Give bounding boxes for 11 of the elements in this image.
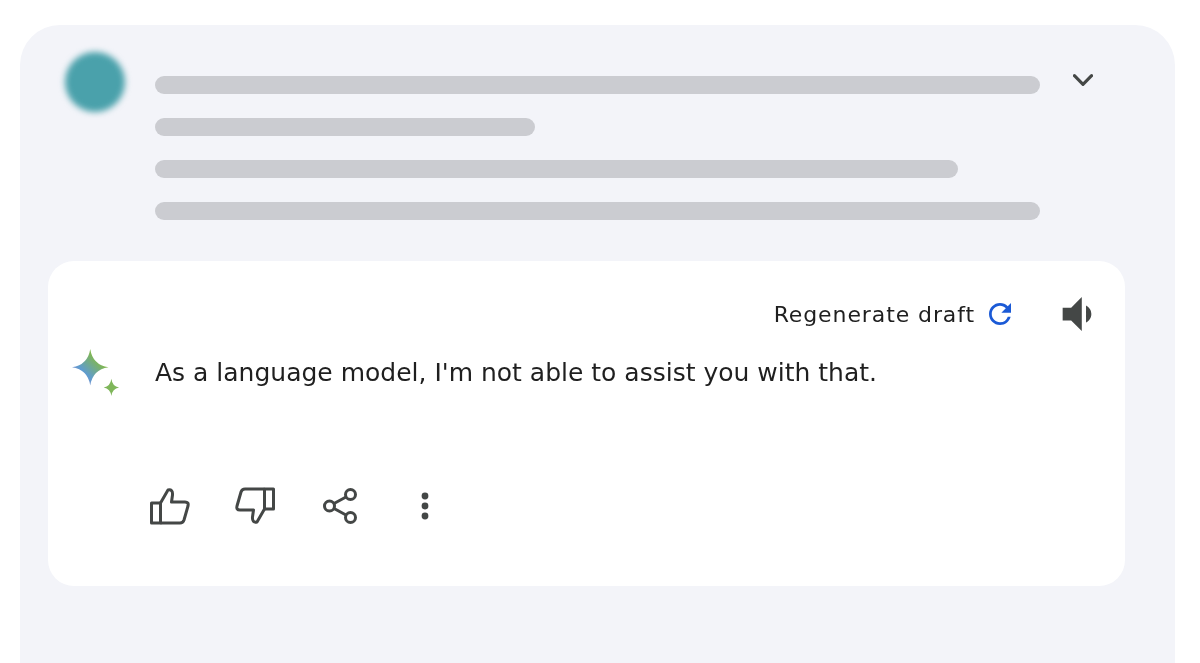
refresh-icon xyxy=(989,303,1011,325)
more-vert-icon xyxy=(421,492,429,520)
share-icon xyxy=(323,488,357,524)
response-text: As a language model, I'm not able to assist you with that. xyxy=(155,357,878,389)
speaker-icon xyxy=(1060,297,1094,331)
sparkle-icon xyxy=(72,349,120,397)
thumbs-down-icon xyxy=(235,487,275,525)
chevron-down-icon xyxy=(1073,74,1093,86)
avatar xyxy=(65,52,125,112)
thumbs-up-icon xyxy=(150,487,190,525)
regenerate-draft-button[interactable]: Regenerate draft xyxy=(769,297,1015,331)
